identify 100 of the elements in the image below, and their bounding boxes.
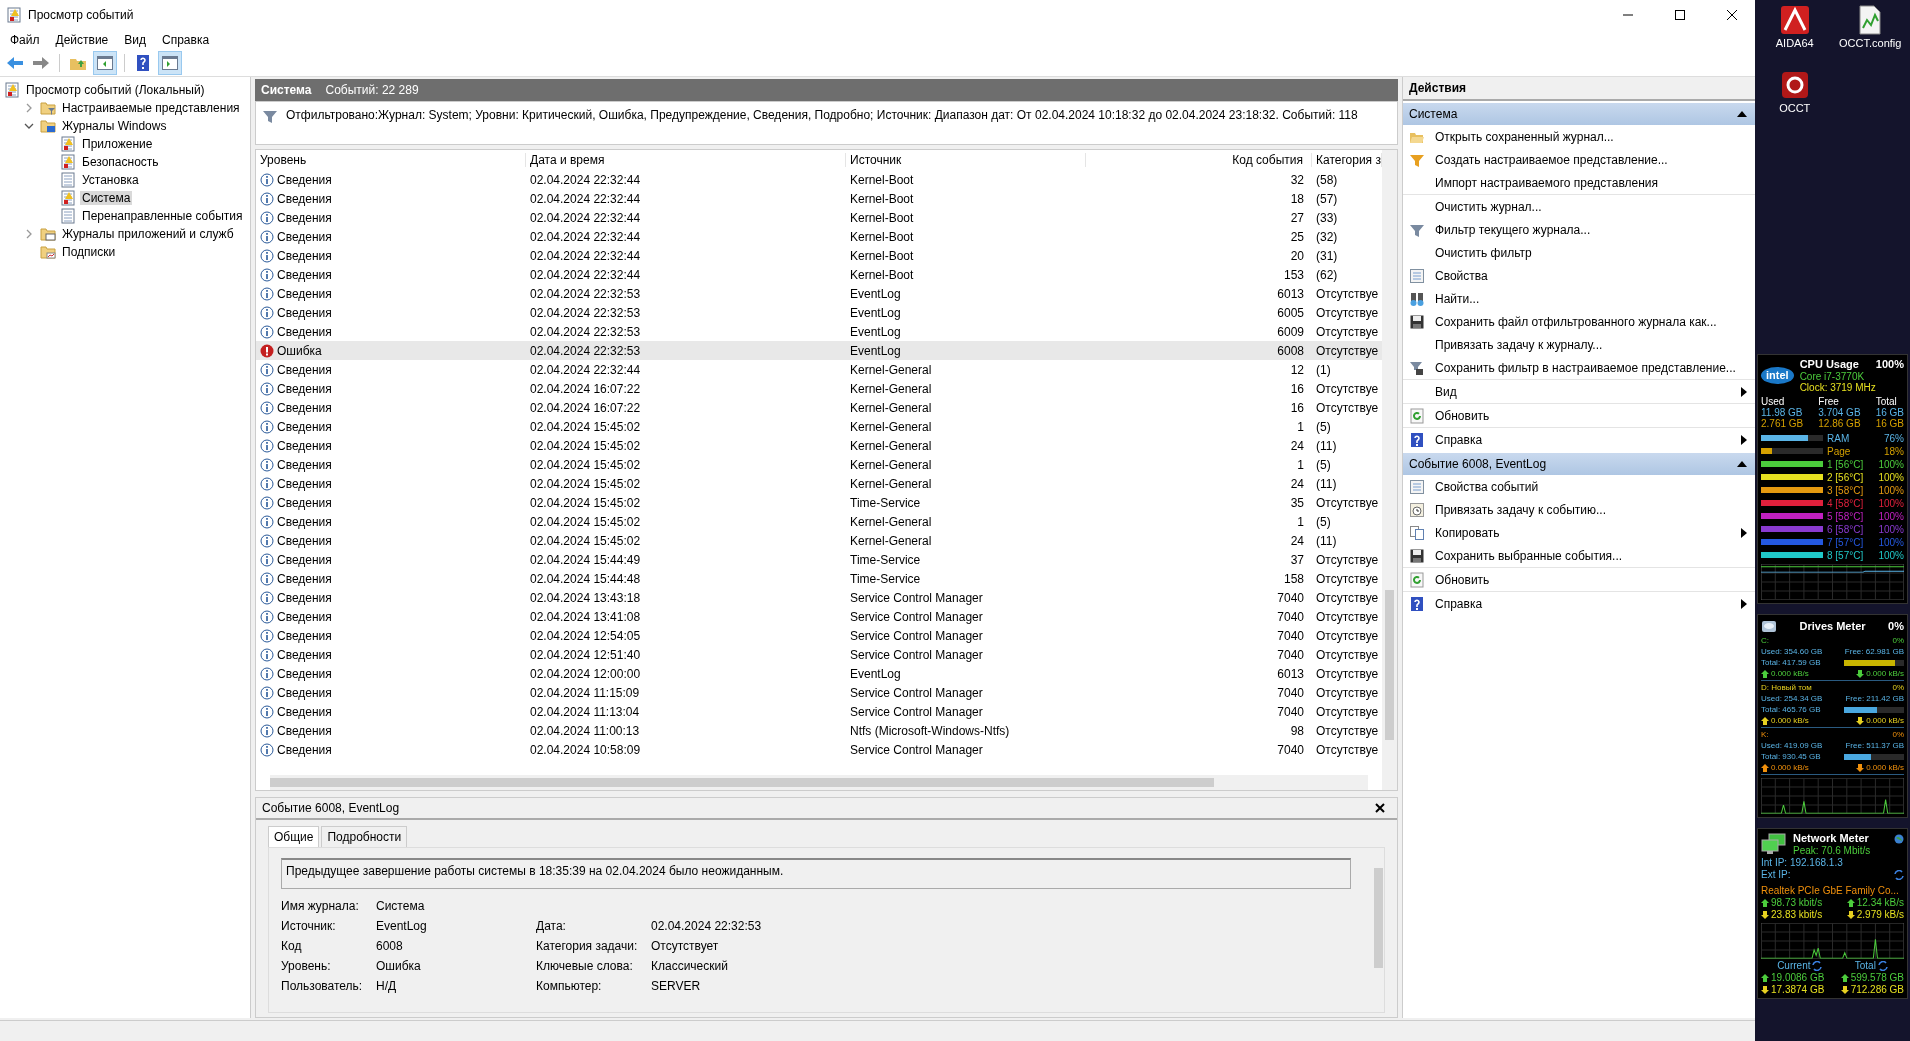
- menu-item[interactable]: Файл: [4, 31, 46, 49]
- action-link[interactable]: Справка: [1435, 596, 1731, 611]
- bar-value: 100%: [1878, 484, 1904, 496]
- app-icon[interactable]: [1778, 4, 1811, 36]
- field-label: Источник:: [281, 919, 337, 933]
- drive-name: K:: [1761, 729, 1769, 740]
- section-header[interactable]: Событие 6008, EventLog: [1403, 453, 1755, 475]
- action-link[interactable]: Привязать задачу к событию...: [1435, 502, 1747, 517]
- read-rate: 0.000 kB/s: [1771, 762, 1809, 773]
- event-count: Событий: 22 289: [325, 83, 419, 97]
- action-link[interactable]: Фильтр текущего журнала...: [1435, 222, 1747, 237]
- action-link[interactable]: Справка: [1435, 432, 1731, 447]
- table-cell-text: Time-Service: [849, 571, 922, 586]
- tree-item[interactable]: Подписки: [60, 245, 118, 259]
- table-cell-text: 7040: [1276, 704, 1305, 719]
- table-cell: Сведения: [277, 666, 332, 681]
- menu-item[interactable]: Справка: [156, 31, 216, 49]
- action-link[interactable]: Обновить: [1435, 572, 1747, 587]
- tree-item[interactable]: Журналы Windows: [60, 119, 169, 133]
- tree-item[interactable]: Установка: [80, 173, 141, 187]
- action-link[interactable]: Свойства событий: [1435, 479, 1747, 494]
- action-link[interactable]: Найти...: [1435, 291, 1747, 306]
- table-cell: Сведения: [277, 685, 332, 700]
- event-title: Событие 6008, EventLog: [262, 801, 400, 815]
- column-header[interactable]: Дата и время: [526, 153, 846, 167]
- refresh-icon[interactable]: [1812, 960, 1823, 971]
- tree-item[interactable]: Настраиваемые представления: [60, 101, 242, 115]
- table-cell-text: Service Control Manager: [849, 685, 984, 700]
- table-cell-text: Kernel-General: [849, 476, 933, 491]
- table-cell: Сведения: [277, 514, 332, 529]
- table-cell: Сведения: [277, 419, 332, 434]
- desktop-icon-label[interactable]: OCCT.config: [1839, 38, 1902, 49]
- pane-toggle-icon[interactable]: [93, 51, 117, 75]
- menu-item[interactable]: Действие: [49, 31, 115, 49]
- bar-value: 100%: [1878, 471, 1904, 483]
- action-link[interactable]: Сохранить фильтр в настраиваемое представление...: [1435, 360, 1747, 375]
- chevron-right-icon[interactable]: [24, 103, 34, 113]
- column-header[interactable]: Уровень: [256, 153, 526, 167]
- refresh-icon[interactable]: [1877, 960, 1888, 971]
- pane-toggle-icon[interactable]: [158, 51, 182, 75]
- table-cell-text: Отсутствуе: [1315, 666, 1380, 681]
- desktop-icon-label[interactable]: AIDA64: [1775, 38, 1814, 49]
- memory-value: 2.761 GB: [1761, 418, 1805, 429]
- table-cell-text: 02.04.2024 22:32:44: [529, 267, 642, 282]
- tree-item[interactable]: Безопасность: [80, 155, 161, 169]
- bar-label: 5 [58°C]: [1827, 510, 1865, 522]
- refresh-icon[interactable]: [1894, 869, 1904, 880]
- menu-item[interactable]: Вид: [118, 31, 152, 49]
- bar-value: 18%: [1884, 445, 1904, 457]
- vertical-scrollbar[interactable]: [1382, 150, 1397, 790]
- action-link[interactable]: Свойства: [1435, 268, 1747, 283]
- action-link[interactable]: Создать настраиваемое представление...: [1435, 152, 1747, 167]
- table-cell-text: Kernel-General: [849, 533, 933, 548]
- table-cell-text: (11): [1315, 533, 1338, 548]
- bar-label: 8 [57°C]: [1827, 549, 1865, 561]
- collapse-icon[interactable]: [1737, 460, 1747, 468]
- table-cell-text: Отсутствуе: [1315, 647, 1380, 662]
- table-cell-text: EventLog: [849, 286, 902, 301]
- tree-item[interactable]: Просмотр событий (Локальный): [24, 83, 207, 97]
- arrow-down-icon: [1856, 763, 1865, 772]
- action-link[interactable]: Очистить журнал...: [1435, 199, 1747, 214]
- drive-used: Used: 354.60 GB: [1761, 646, 1823, 657]
- action-link[interactable]: Привязать задачу к журналу...: [1435, 337, 1747, 352]
- section-header[interactable]: Система: [1403, 103, 1755, 125]
- ip-label: Ext IP:: [1761, 869, 1791, 880]
- submenu-arrow-icon: [1741, 598, 1747, 609]
- column-header[interactable]: Код события: [1086, 153, 1312, 167]
- drive-free: Free: 62.981 GB: [1844, 646, 1904, 657]
- action-link[interactable]: Вид: [1435, 384, 1731, 399]
- tree-item[interactable]: Приложение: [80, 137, 155, 151]
- gadget-title: Network Meter: [1793, 832, 1869, 845]
- tab[interactable]: Подробности: [321, 826, 408, 847]
- action-link[interactable]: Обновить: [1435, 408, 1747, 423]
- table-cell-text: 02.04.2024 13:43:18: [529, 590, 642, 605]
- action-link[interactable]: Копировать: [1435, 525, 1731, 540]
- close-icon[interactable]: [1375, 803, 1385, 813]
- column-header[interactable]: Источник: [846, 153, 1086, 167]
- tree-item[interactable]: Система: [80, 191, 133, 205]
- horizontal-scrollbar[interactable]: [270, 775, 1368, 790]
- log-warning-icon: [60, 154, 76, 170]
- chevron-down-icon[interactable]: [24, 121, 34, 131]
- chevron-right-icon[interactable]: [24, 229, 34, 239]
- table-cell-text: 7040: [1276, 742, 1305, 757]
- action-link[interactable]: Сохранить выбранные события...: [1435, 548, 1747, 563]
- info-icon: [260, 723, 274, 738]
- desktop-icon-label[interactable]: OCCT: [1779, 103, 1811, 114]
- action-link[interactable]: Импорт настраиваемого представления: [1435, 175, 1747, 190]
- action-link[interactable]: Открыть сохраненный журнал...: [1435, 129, 1747, 144]
- field-label: Уровень:: [281, 959, 332, 973]
- tree-item[interactable]: Перенаправленные события: [80, 209, 245, 223]
- action-link[interactable]: Очистить фильтр: [1435, 245, 1747, 260]
- tab[interactable]: Общие: [268, 826, 320, 847]
- info-icon: [260, 438, 274, 453]
- action-link[interactable]: Сохранить файл отфильтрованного журнала как...: [1435, 314, 1747, 329]
- collapse-icon[interactable]: [1737, 110, 1747, 118]
- binoculars-icon: [1409, 290, 1425, 307]
- table-cell-text: 02.04.2024 11:15:09: [529, 685, 641, 700]
- arrow-up-icon: [1846, 898, 1855, 907]
- bar-label: 3 [58°C]: [1827, 484, 1865, 496]
- tree-item[interactable]: Журналы приложений и служб: [60, 227, 236, 241]
